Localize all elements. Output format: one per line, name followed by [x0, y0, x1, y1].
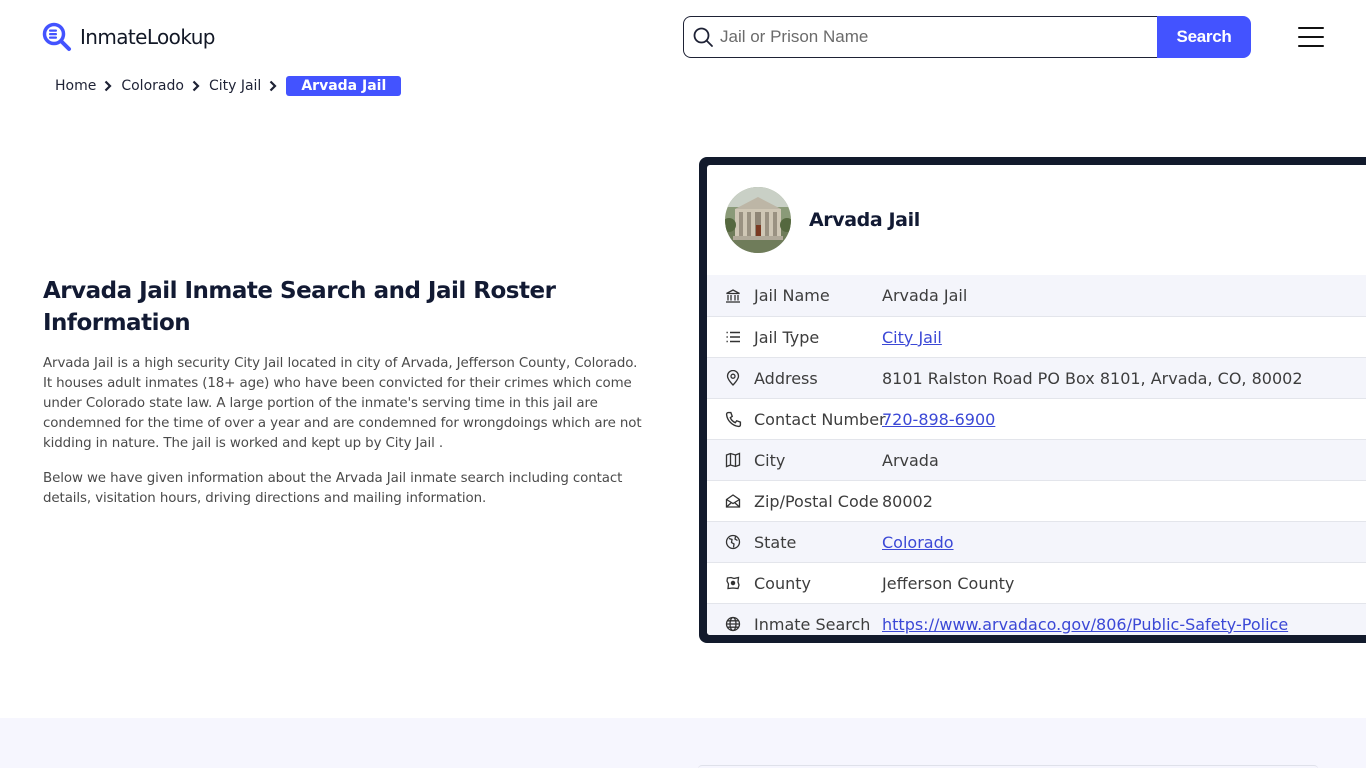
search-field[interactable] — [683, 16, 1157, 58]
logo-link[interactable]: InmateLookup — [42, 22, 215, 52]
info-row-county: County Jefferson County — [707, 562, 1366, 603]
search-icon — [693, 27, 713, 47]
info-label: State — [754, 532, 797, 552]
globe-region-icon — [724, 533, 742, 551]
intro-section: Arvada Jail Inmate Search and Jail Roste… — [43, 275, 643, 509]
info-value: 720-898-6900 — [882, 410, 995, 429]
menu-bar — [1298, 27, 1324, 29]
map-icon — [724, 451, 742, 469]
info-row-jail-type: Jail Type City Jail — [707, 316, 1366, 357]
info-value: Arvada Jail — [882, 286, 968, 305]
info-row-city: City Arvada — [707, 439, 1366, 480]
info-label: Jail Name — [754, 286, 830, 305]
jail-info-card: Arvada Jail Jail Name Arvada Jail Jail T… — [699, 157, 1366, 643]
phone-link[interactable]: 720-898-6900 — [882, 410, 995, 429]
breadcrumb: Home Colorado City Jail Arvada Jail — [55, 76, 402, 96]
breadcrumb-city-jail[interactable]: City Jail — [209, 78, 261, 94]
phone-icon — [724, 410, 742, 428]
jail-photo — [725, 187, 791, 253]
menu-bar — [1298, 45, 1324, 47]
jail-type-link[interactable]: City Jail — [882, 328, 942, 347]
page-title: Arvada Jail Inmate Search and Jail Roste… — [43, 278, 556, 336]
info-label: Zip/Postal Code — [754, 491, 879, 511]
info-label: County — [754, 573, 811, 593]
county-map-icon — [724, 574, 742, 592]
menu-bar — [1298, 36, 1324, 38]
info-value: Jefferson County — [882, 573, 1015, 593]
info-label: Address — [754, 368, 818, 388]
list-icon — [724, 328, 742, 346]
breadcrumb-current: Arvada Jail — [286, 76, 402, 96]
info-value: City Jail — [882, 328, 942, 347]
info-label: Contact Number — [754, 409, 886, 429]
breadcrumb-home[interactable]: Home — [55, 78, 96, 94]
search-input[interactable] — [720, 27, 1157, 47]
jail-info-card-body: Arvada Jail Jail Name Arvada Jail Jail T… — [707, 165, 1366, 635]
breadcrumb-colorado[interactable]: Colorado — [121, 78, 184, 94]
info-row-address: Address 8101 Ralston Road PO Box 8101, A… — [707, 357, 1366, 398]
info-table: Jail Name Arvada Jail Jail Type City Jai… — [707, 275, 1366, 635]
info-value: https://www.arvadaco.gov/806/Public-Safe… — [882, 615, 1288, 634]
chevron-right-icon — [104, 80, 112, 92]
hamburger-menu-icon[interactable] — [1298, 27, 1324, 47]
info-row-state: State Colorado — [707, 521, 1366, 562]
magnifier-logo-icon — [42, 22, 72, 52]
info-label: Inmate Search — [754, 614, 871, 634]
bank-icon — [724, 287, 742, 305]
mail-open-icon — [724, 492, 742, 510]
info-value: Arvada — [882, 450, 939, 470]
logo-text: InmateLookup — [80, 25, 215, 49]
chevron-right-icon — [269, 80, 277, 92]
search-form: Search — [683, 16, 1251, 58]
info-row-zip: Zip/Postal Code 80002 — [707, 480, 1366, 521]
search-button[interactable]: Search — [1157, 16, 1251, 58]
info-row-contact-number: Contact Number 720-898-6900 — [707, 398, 1366, 439]
info-row-inmate-search: Inmate Search https://www.arvadaco.gov/8… — [707, 603, 1366, 635]
intro-paragraph: Below we have given information about th… — [43, 471, 623, 506]
state-link[interactable]: Colorado — [882, 533, 954, 552]
next-section-background — [0, 718, 1366, 768]
info-value: 80002 — [882, 491, 933, 511]
map-pin-icon — [724, 369, 742, 387]
card-header: Arvada Jail — [707, 165, 1366, 275]
info-label: City — [754, 450, 786, 470]
intro-paragraph: Arvada Jail is a high security City Jail… — [43, 356, 642, 451]
card-title: Arvada Jail — [809, 209, 920, 231]
info-value: Colorado — [882, 533, 954, 552]
info-value: 8101 Ralston Road PO Box 8101, Arvada, C… — [882, 368, 1303, 388]
info-row-jail-name: Jail Name Arvada Jail — [707, 275, 1366, 316]
inmate-search-link[interactable]: https://www.arvadaco.gov/806/Public-Safe… — [882, 615, 1288, 634]
info-label: Jail Type — [754, 327, 820, 347]
world-icon — [724, 615, 742, 633]
chevron-right-icon — [192, 80, 200, 92]
